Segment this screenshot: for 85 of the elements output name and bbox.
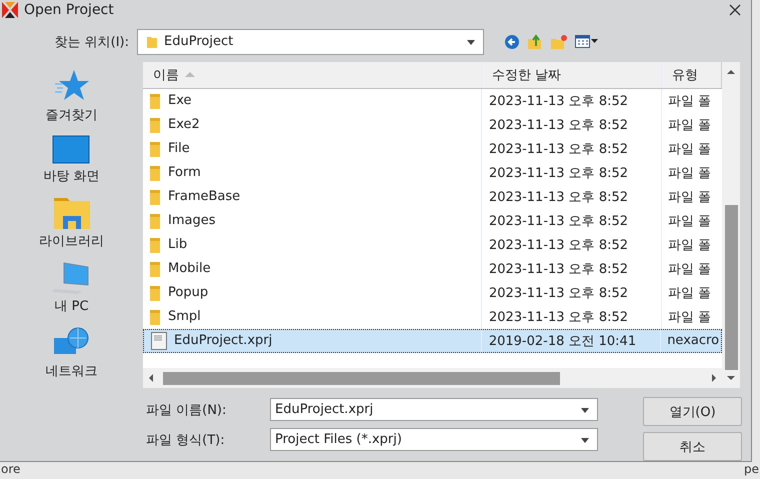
file-name: Form [168,165,201,180]
file-name: File [168,141,190,156]
folder-icon [150,140,161,157]
cancel-button[interactable]: 취소 [643,432,742,461]
file-type: 파일 폴 [668,308,712,326]
folder-icon [150,236,161,253]
sidebar-item-label[interactable]: 내 PC [54,296,89,315]
folder-up-icon[interactable] [527,34,543,50]
file-type-dropdown[interactable]: Project Files (*.xprj) [270,428,598,451]
modified-date: 2023-11-13 오후 8:52 [489,92,628,110]
file-type: 파일 폴 [668,212,712,230]
file-type: 파일 폴 [668,92,712,110]
app-logo-icon [2,2,18,18]
modified-date: 2023-11-13 오후 8:52 [489,212,628,230]
file-type-label: 파일 형식(T): [146,432,226,448]
file-row[interactable]: Mobile 2023-11-13 오후 8:52 파일 폴 [143,256,722,281]
file-type: 파일 폴 [668,116,712,134]
modified-date: 2023-11-13 오후 8:52 [489,284,628,302]
file-row[interactable]: FrameBase 2023-11-13 오후 8:52 파일 폴 [143,184,722,209]
modified-date: 2023-11-13 오후 8:52 [489,116,628,134]
folder-icon [150,92,161,109]
horizontal-scrollbar[interactable] [143,368,722,388]
folder-icon [150,188,161,205]
file-row[interactable]: EduProject.xprj 2019-02-18 오전 10:41 nexacro [143,328,722,353]
file-row[interactable]: Popup 2023-11-13 오후 8:52 파일 폴 [143,280,722,305]
folder-icon [146,34,158,49]
sidebar-item-label[interactable]: 바탕 화면 [43,166,100,185]
close-icon[interactable] [729,4,741,16]
column-header[interactable]: 이름 [143,62,482,88]
sidebar-item-label[interactable]: 라이브러리 [39,232,104,250]
file-row[interactable]: Images 2023-11-13 오후 8:52 파일 폴 [143,208,722,233]
location-label: 찾는 위치(I): [54,34,130,51]
folder-icon [150,164,161,181]
file-name: Smpl [168,309,201,324]
file-type: 파일 폴 [668,260,712,278]
location-dropdown[interactable]: EduProject [137,28,484,55]
file-name: Exe [168,93,192,108]
modified-date: 2023-11-13 오후 8:52 [489,164,628,182]
file-row[interactable]: Exe 2023-11-13 오후 8:52 파일 폴 [143,88,722,113]
background-text: ore [1,462,20,478]
desktop-icon[interactable] [52,134,90,165]
vertical-scrollbar[interactable] [722,62,740,388]
file-row[interactable]: Exe2 2023-11-13 오후 8:52 파일 폴 [143,112,722,137]
sidebar-item-label[interactable]: 즐겨찾기 [46,106,98,124]
folder-icon [150,308,161,325]
folder-icon [150,284,161,301]
sort-arrow-icon [185,72,195,78]
window-title: Open Project [24,2,115,18]
file-type: nexacro [667,333,720,348]
file-name-field[interactable]: EduProject.xprj [270,398,598,421]
file-name: Lib [168,237,188,252]
modified-date: 2023-11-13 오후 8:52 [489,308,628,326]
column-header[interactable]: 수정한 날짜 [482,62,662,88]
sidebar-item-label[interactable]: 네트워크 [46,362,98,380]
file-row[interactable]: File 2023-11-13 오후 8:52 파일 폴 [143,136,722,161]
computer-icon[interactable] [52,260,92,295]
folder-icon [150,116,161,133]
folder-icon [150,212,161,229]
file-name: Images [168,213,216,228]
file-type: 파일 폴 [668,140,712,158]
document-icon [151,332,167,350]
file-type: 파일 폴 [668,188,712,206]
file-name: Popup [168,285,208,300]
modified-date: 2023-11-13 오후 8:52 [489,260,628,278]
open-button[interactable]: 열기(O) [643,397,742,426]
file-type: 파일 폴 [668,164,712,182]
back-icon[interactable] [504,34,520,50]
background-text: pe [744,462,759,478]
modified-date: 2023-11-13 오후 8:52 [489,188,628,206]
folder-icon [150,260,161,277]
modified-date: 2023-11-13 오후 8:52 [489,236,628,254]
file-name: EduProject.xprj [174,333,272,348]
modified-date: 2023-11-13 오후 8:52 [489,140,628,158]
view-menu-icon[interactable] [575,34,599,49]
folder-icon[interactable] [52,196,90,230]
file-name: FrameBase [168,189,240,204]
file-row[interactable]: Form 2023-11-13 오후 8:52 파일 폴 [143,160,722,185]
modified-date: 2019-02-18 오전 10:41 [488,332,636,350]
file-name: Exe2 [168,117,200,132]
new-folder-icon[interactable] [550,34,568,50]
file-row[interactable]: Lib 2023-11-13 오후 8:52 파일 폴 [143,232,722,257]
file-type: 파일 폴 [668,284,712,302]
file-name: Mobile [168,261,211,276]
file-name-label: 파일 이름(N): [146,402,228,418]
file-type: 파일 폴 [668,236,712,254]
